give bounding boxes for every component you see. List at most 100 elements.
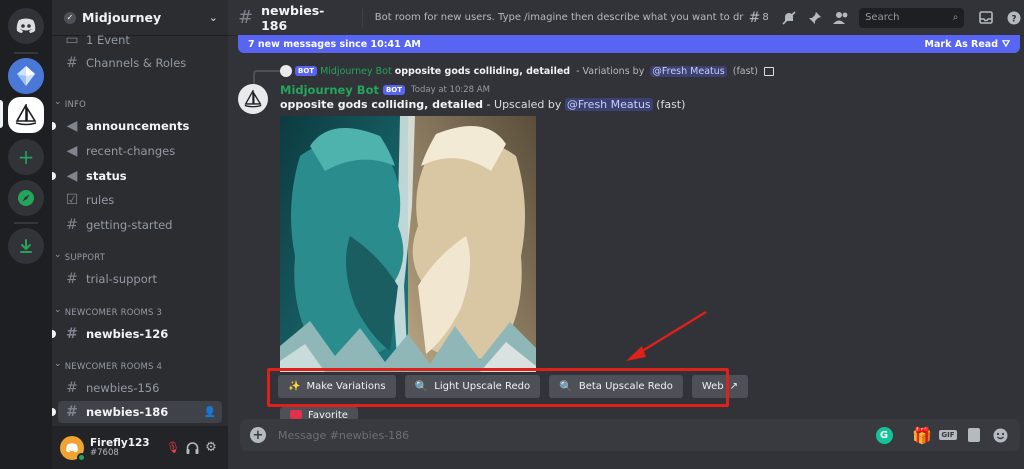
reply-preview[interactable]: BOT Midjourney Bot opposite gods collidi… bbox=[280, 65, 774, 77]
message-composer[interactable]: + Message #newbies-186 G 🎁 GIF bbox=[240, 419, 1020, 451]
reply-avatar bbox=[280, 65, 292, 77]
add-server-icon[interactable]: + bbox=[8, 139, 44, 175]
channel-label: announcements bbox=[86, 119, 190, 133]
notifications-muted-icon[interactable] bbox=[780, 8, 800, 28]
message-content: opposite gods colliding, detailed - Upsc… bbox=[280, 98, 685, 111]
message-author[interactable]: Midjourney Bot bbox=[280, 83, 379, 97]
image-attachment-icon bbox=[764, 66, 774, 76]
channel-label: trial-support bbox=[86, 272, 157, 286]
reply-mention[interactable]: @Fresh Meatus bbox=[650, 65, 727, 77]
sidebar-item-getting-started[interactable]: # getting-started bbox=[58, 214, 222, 236]
reply-prompt: opposite gods colliding, detailed bbox=[394, 65, 571, 77]
verified-badge-icon: ✓ bbox=[64, 11, 76, 24]
sidebar-item-recent-changes[interactable]: ◀ recent-changes bbox=[58, 140, 222, 162]
bot-badge: BOT bbox=[382, 85, 406, 95]
channel-label: newbies-186 bbox=[86, 405, 169, 419]
bot-badge: BOT bbox=[295, 66, 318, 76]
unread-indicator bbox=[52, 172, 56, 180]
help-icon[interactable]: ? bbox=[1004, 8, 1024, 28]
pinned-messages-icon[interactable] bbox=[805, 8, 825, 28]
sidebar-item-announcements[interactable]: ◀ announcements bbox=[52, 115, 222, 137]
external-link-icon: ↗ bbox=[729, 381, 739, 392]
annotation-arrow bbox=[626, 310, 707, 361]
reply-spine-icon bbox=[253, 70, 280, 84]
avatar[interactable] bbox=[60, 435, 86, 462]
channel-title: newbies-186 bbox=[261, 2, 325, 33]
channel-label: recent-changes bbox=[86, 144, 176, 158]
sidebar-item-newbies-186[interactable]: # newbies-186 👤 bbox=[52, 401, 222, 423]
sidebar-item-status[interactable]: ◀ status bbox=[52, 165, 222, 187]
events-link[interactable]: ▭ 1 Event bbox=[58, 29, 222, 51]
topic-text: Bot room for new users. Type /imagine th… bbox=[374, 12, 744, 23]
header-divider bbox=[361, 8, 363, 27]
category-newcomer-4[interactable]: NEWCOMER ROOMS 4 bbox=[54, 362, 162, 372]
channel-header: # newbies-186 Bot room for new users. Ty… bbox=[228, 0, 1024, 36]
channel-label: status bbox=[86, 169, 127, 183]
discord-home-icon[interactable] bbox=[8, 8, 44, 44]
download-apps-icon[interactable] bbox=[8, 228, 44, 264]
avatar[interactable] bbox=[238, 84, 268, 114]
chevron-down-icon[interactable]: ⌄ bbox=[209, 11, 218, 24]
channels-roles-link[interactable]: # Channels & Roles bbox=[58, 52, 222, 74]
hash-icon: # bbox=[66, 380, 78, 396]
heart-icon bbox=[290, 410, 302, 419]
new-messages-text: 7 new messages since 10:41 AM bbox=[248, 38, 421, 50]
channel-topic[interactable]: Bot room for new users. Type /imagine th… bbox=[375, 12, 744, 23]
mute-mic-icon[interactable]: 🎙 bbox=[164, 441, 182, 454]
megaphone-icon: ◀ bbox=[66, 118, 78, 134]
category-newcomer-3[interactable]: NEWCOMER ROOMS 3 bbox=[54, 308, 162, 318]
hash-icon: # bbox=[66, 217, 78, 233]
upscaled-image[interactable] bbox=[280, 116, 536, 372]
inbox-icon[interactable] bbox=[976, 8, 996, 28]
sticker-icon[interactable] bbox=[964, 425, 984, 445]
sidebar-item-newbies-126[interactable]: # newbies-126 bbox=[52, 323, 222, 345]
search-input[interactable]: Search ⌕ bbox=[859, 7, 965, 28]
category-support[interactable]: SUPPORT bbox=[54, 253, 105, 263]
unread-indicator bbox=[52, 330, 56, 338]
member-list-icon[interactable] bbox=[831, 8, 851, 28]
discord-window: + ✓ Midjourney ⌄ ▭ 1 Event # Channels & … bbox=[0, 0, 1024, 469]
reply-suffix: - Variations by bbox=[573, 65, 648, 77]
annotation-highlight-box bbox=[267, 368, 729, 407]
sidebar-item-rules[interactable]: ☑ rules bbox=[58, 189, 222, 211]
message-speed: (fast) bbox=[652, 98, 686, 111]
megaphone-icon: ◀ bbox=[66, 168, 78, 184]
mark-as-read-button[interactable]: Mark As Read ⛛ bbox=[925, 39, 1010, 50]
new-messages-bar[interactable]: 7 new messages since 10:41 AM Mark As Re… bbox=[238, 35, 1020, 53]
channel-label: newbies-156 bbox=[86, 381, 160, 395]
sidebar-item-newbies-156[interactable]: # newbies-156 bbox=[58, 377, 222, 399]
threads-icon[interactable]: #8 bbox=[744, 8, 774, 28]
message-suffix: - Upscaled by bbox=[483, 98, 565, 111]
mark-as-read-label: Mark As Read bbox=[924, 38, 999, 50]
server-icon-diamond[interactable] bbox=[8, 58, 44, 94]
explore-servers-icon[interactable] bbox=[8, 180, 44, 216]
category-label: NEWCOMER ROOMS 3 bbox=[64, 308, 163, 318]
search-icon: ⌕ bbox=[952, 12, 959, 23]
message-input[interactable]: Message #newbies-186 bbox=[278, 429, 868, 442]
hash-list-icon: # bbox=[66, 55, 78, 71]
rail-divider bbox=[14, 52, 38, 54]
midjourney-server-icon[interactable] bbox=[8, 97, 44, 133]
channels-roles-label: Channels & Roles bbox=[86, 56, 187, 70]
grammarly-icon[interactable]: G bbox=[874, 425, 894, 445]
settings-gear-icon[interactable]: ⚙ bbox=[202, 440, 220, 455]
gift-icon[interactable]: 🎁 bbox=[912, 425, 932, 445]
hash-icon: # bbox=[66, 271, 78, 287]
category-info[interactable]: INFO bbox=[54, 100, 86, 110]
selected-server-pill bbox=[0, 100, 3, 128]
user-panel: Firefly123 #7608 🎙 ⚙ bbox=[52, 426, 228, 469]
category-label: NEWCOMER ROOMS 4 bbox=[64, 362, 163, 372]
message-mention[interactable]: @Fresh Meatus bbox=[564, 98, 653, 111]
add-attachment-icon[interactable]: + bbox=[250, 427, 266, 443]
rail-divider bbox=[14, 222, 38, 224]
message-timestamp: Today at 10:28 AM bbox=[411, 85, 490, 95]
rules-checkbox-icon: ☑ bbox=[65, 192, 79, 208]
gif-icon[interactable]: GIF bbox=[938, 425, 958, 445]
emoji-icon[interactable] bbox=[990, 425, 1010, 445]
category-label: INFO bbox=[64, 100, 86, 110]
search-placeholder: Search bbox=[865, 12, 900, 23]
headphones-icon[interactable] bbox=[182, 440, 202, 456]
online-status-dot bbox=[77, 452, 86, 462]
sidebar-item-trial-support[interactable]: # trial-support bbox=[58, 268, 222, 290]
invite-user-icon[interactable]: 👤 bbox=[204, 407, 216, 418]
